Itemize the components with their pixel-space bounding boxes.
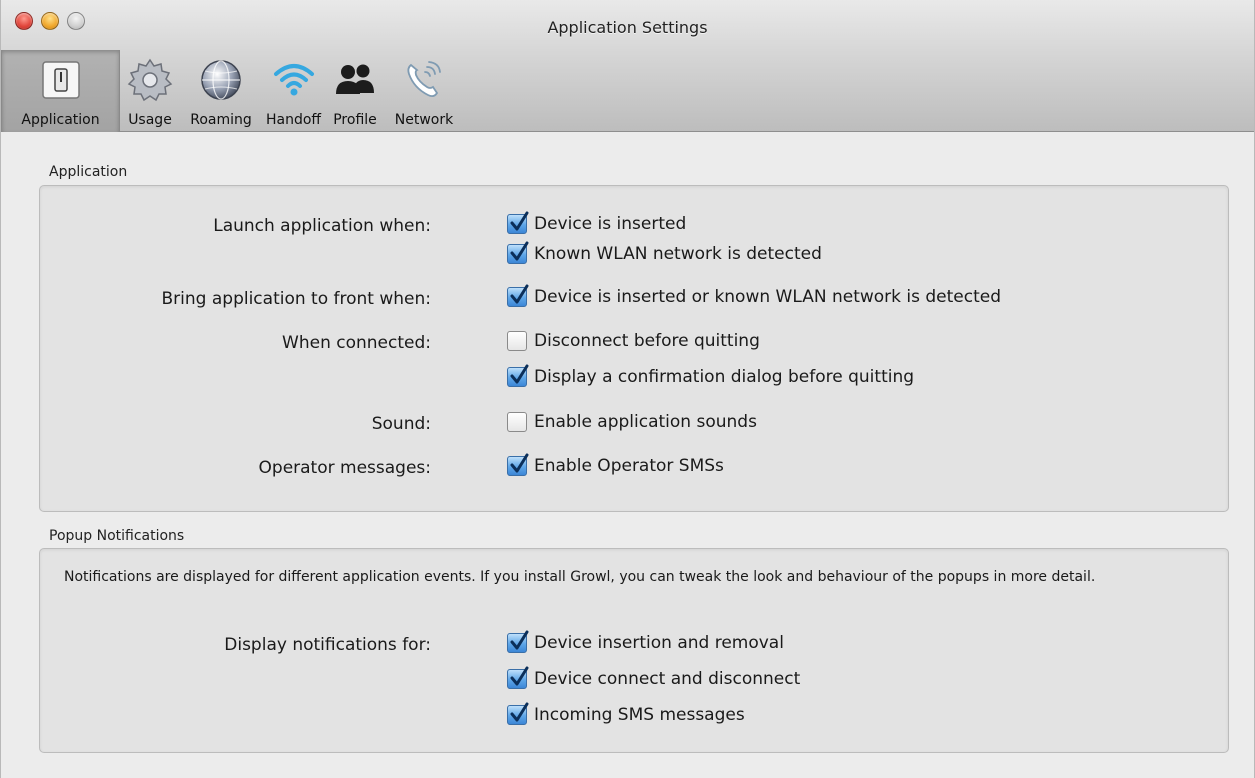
operator-row: Operator messages: Enable Operator SMSs bbox=[40, 453, 1228, 482]
tab-application-label: Application bbox=[21, 112, 100, 128]
gear-icon bbox=[126, 56, 174, 104]
confirm-dialog-checkbox[interactable]: Display a confirmation dialog before qui… bbox=[507, 364, 915, 387]
window-title: Application Settings bbox=[547, 18, 708, 37]
settings-window: Application Settings Application Usage R… bbox=[0, 0, 1255, 778]
display-row: Display notifications for: Device insert… bbox=[40, 630, 1228, 659]
connect-disconnect-text: Device connect and disconnect bbox=[534, 669, 801, 689]
enable-sounds-checkbox[interactable]: Enable application sounds bbox=[507, 412, 757, 432]
tab-network[interactable]: Network bbox=[385, 50, 463, 132]
launch-row-2: Known WLAN network is detected bbox=[40, 241, 1228, 270]
application-group-title: Application bbox=[49, 164, 128, 180]
launch-device-inserted-checkbox[interactable]: Device is inserted bbox=[507, 211, 687, 234]
disconnect-before-quitting-checkbox[interactable]: Disconnect before quitting bbox=[507, 331, 760, 351]
front-label: Bring application to front when: bbox=[161, 289, 431, 309]
display-row-2: Device connect and disconnect bbox=[40, 666, 1228, 695]
sound-row: Sound: Enable application sounds bbox=[40, 412, 1228, 438]
front-inserted-or-wlan-text: Device is inserted or known WLAN network… bbox=[534, 287, 1002, 307]
tab-handoff[interactable]: Handoff bbox=[262, 50, 325, 132]
popup-description: Notifications are displayed for differen… bbox=[64, 569, 1096, 585]
tab-usage-label: Usage bbox=[128, 112, 172, 128]
checkbox-checked[interactable] bbox=[507, 630, 529, 653]
checkbox-checked[interactable] bbox=[507, 666, 529, 689]
popup-group-title: Popup Notifications bbox=[49, 528, 185, 544]
launch-row: Launch application when: Device is inser… bbox=[40, 211, 1228, 240]
title-toolbar: Application Settings Application Usage R… bbox=[1, 0, 1254, 132]
checkbox-checked[interactable] bbox=[507, 364, 529, 387]
tab-handoff-label: Handoff bbox=[265, 112, 322, 128]
tab-profile[interactable]: Profile bbox=[325, 50, 385, 132]
checkbox-checked[interactable] bbox=[507, 211, 529, 234]
tab-roaming-label: Roaming bbox=[190, 112, 252, 128]
connected-row: When connected: Disconnect before quitti… bbox=[40, 331, 1228, 357]
checkbox-checked[interactable] bbox=[507, 453, 529, 476]
checkbox-checked[interactable] bbox=[507, 702, 529, 725]
phone-signal-icon bbox=[400, 56, 448, 104]
disconnect-before-quitting-text: Disconnect before quitting bbox=[534, 331, 760, 351]
popup-group: Notifications are displayed for differen… bbox=[39, 548, 1229, 753]
checkbox-checked[interactable] bbox=[507, 241, 529, 264]
enable-operator-sms-checkbox[interactable]: Enable Operator SMSs bbox=[507, 453, 724, 476]
front-row: Bring application to front when: Device … bbox=[40, 284, 1228, 313]
switch-icon bbox=[37, 56, 85, 104]
display-label: Display notifications for: bbox=[224, 635, 431, 655]
enable-sounds-text: Enable application sounds bbox=[534, 412, 757, 432]
checkbox-unchecked[interactable] bbox=[507, 331, 527, 351]
connected-label: When connected: bbox=[282, 333, 431, 353]
application-group: Launch application when: Device is inser… bbox=[39, 185, 1229, 512]
preferences-toolbar: Application Usage Roaming Handoff Profil… bbox=[1, 50, 463, 132]
tab-roaming[interactable]: Roaming bbox=[180, 50, 262, 132]
globe-icon bbox=[197, 56, 245, 104]
tab-usage[interactable]: Usage bbox=[120, 50, 180, 132]
launch-device-inserted-text: Device is inserted bbox=[534, 214, 687, 234]
checkbox-unchecked[interactable] bbox=[507, 412, 527, 432]
tab-network-label: Network bbox=[394, 112, 454, 128]
sound-label: Sound: bbox=[371, 414, 431, 434]
checkbox-checked[interactable] bbox=[507, 284, 529, 307]
insertion-removal-checkbox[interactable]: Device insertion and removal bbox=[507, 630, 784, 653]
tab-application[interactable]: Application bbox=[1, 50, 120, 132]
enable-operator-sms-text: Enable Operator SMSs bbox=[534, 456, 724, 476]
launch-wlan-detected-text: Known WLAN network is detected bbox=[534, 244, 822, 264]
operator-label: Operator messages: bbox=[258, 458, 431, 478]
front-inserted-or-wlan-checkbox[interactable]: Device is inserted or known WLAN network… bbox=[507, 284, 1002, 307]
tab-profile-label: Profile bbox=[333, 112, 377, 128]
launch-label: Launch application when: bbox=[213, 216, 431, 236]
incoming-sms-text: Incoming SMS messages bbox=[534, 705, 745, 725]
connect-disconnect-checkbox[interactable]: Device connect and disconnect bbox=[507, 666, 801, 689]
people-icon bbox=[331, 56, 379, 104]
wifi-icon bbox=[270, 56, 318, 104]
incoming-sms-checkbox[interactable]: Incoming SMS messages bbox=[507, 702, 745, 725]
insertion-removal-text: Device insertion and removal bbox=[534, 633, 784, 653]
connected-row-2: Display a confirmation dialog before qui… bbox=[40, 364, 1228, 393]
display-row-3: Incoming SMS messages bbox=[40, 702, 1228, 731]
confirm-dialog-text: Display a confirmation dialog before qui… bbox=[534, 367, 915, 387]
launch-wlan-detected-checkbox[interactable]: Known WLAN network is detected bbox=[507, 241, 822, 264]
